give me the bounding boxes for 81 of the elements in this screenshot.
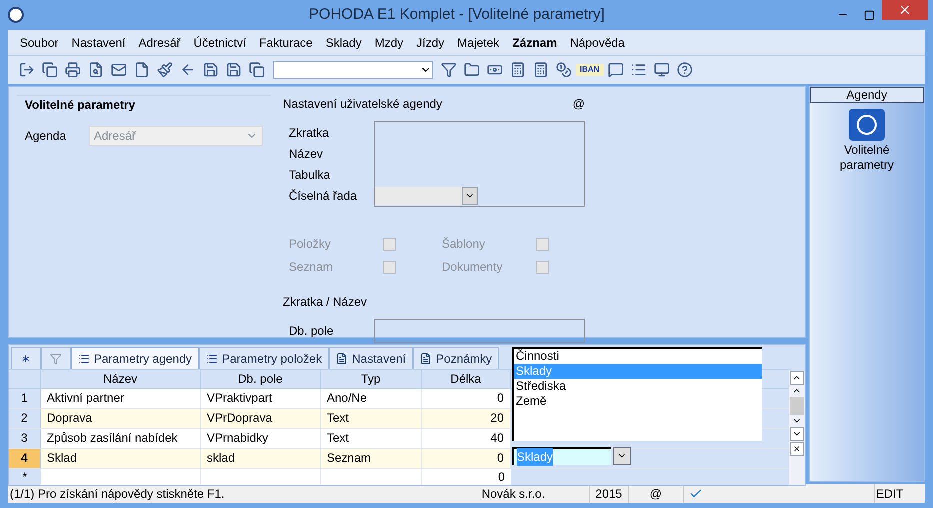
- field-label: Zkratka: [289, 125, 330, 140]
- table-cell: 40: [422, 429, 511, 448]
- agenda-item-label: Volitelné parametry: [838, 143, 896, 173]
- db-field[interactable]: [374, 319, 585, 343]
- section-mark: @: [572, 96, 585, 113]
- table-cell: 0: [422, 469, 511, 485]
- table-cell: Aktivní partner: [41, 389, 201, 408]
- form-title: Volitelné parametry: [25, 97, 136, 114]
- dropdown-option[interactable]: Země: [514, 394, 762, 409]
- table-cell: Doprava: [41, 409, 201, 428]
- field-label: Db. pole: [289, 323, 335, 340]
- tab[interactable]: Parametry položek: [199, 347, 330, 369]
- checkbox-label: Dokumenty: [442, 259, 504, 276]
- maximize-icon[interactable]: [864, 10, 874, 20]
- status-mark: @: [629, 484, 684, 502]
- checkbox-label: Šablony: [442, 236, 486, 253]
- document-icon: [420, 352, 432, 364]
- table-cell: Způsob zasílání nabídek: [41, 429, 201, 448]
- menu-item[interactable]: Fakturace: [259, 34, 313, 52]
- table-cell: Seznam: [321, 449, 422, 468]
- status-help: (1/1) Pro získání nápovědy stiskněte F1.: [9, 486, 226, 502]
- tab[interactable]: Poznámky: [413, 347, 500, 369]
- checkbox-label: Položky: [289, 236, 332, 253]
- close-icon: [898, 3, 912, 17]
- table-cell: VPrnabidky: [201, 429, 321, 448]
- menu-item[interactable]: Adresář: [138, 34, 181, 52]
- tab[interactable]: Parametry agendy: [71, 347, 200, 369]
- group-title: Zkratka / Název: [283, 294, 368, 311]
- checkbox-label: Seznam: [289, 259, 334, 276]
- menu-item[interactable]: Jízdy: [416, 34, 445, 52]
- table-cell: 0: [422, 449, 511, 468]
- menu-item[interactable]: Mzdy: [374, 34, 404, 52]
- sidebar-header: Agendy: [810, 87, 924, 103]
- new-record-tab[interactable]: [11, 347, 41, 369]
- dropdown-option[interactable]: Činnosti: [514, 349, 762, 364]
- status-mode: EDIT: [875, 486, 905, 502]
- close-icon[interactable]: [793, 445, 801, 453]
- agenda-item[interactable]: Volitelné parametry: [823, 109, 911, 173]
- field-label: Číselná řada: [289, 188, 358, 203]
- menu-item[interactable]: Účetnictví: [194, 34, 246, 52]
- document-icon: [336, 352, 348, 364]
- scrollbar[interactable]: [789, 371, 805, 485]
- row-number[interactable]: 4: [9, 449, 41, 468]
- select-value: Adresář: [94, 128, 136, 145]
- field-label: Tabulka: [289, 167, 332, 182]
- menu-item[interactable]: Sklady: [326, 34, 362, 52]
- column-header[interactable]: Název: [41, 370, 201, 388]
- table-cell: sklad: [201, 449, 321, 468]
- table-cell: 20: [422, 409, 511, 428]
- dropdown-button[interactable]: [613, 447, 631, 465]
- dropdown-option[interactable]: Střediska: [514, 379, 762, 394]
- window-title: POHODA E1 Komplet - [Volitelné parametry]: [308, 4, 606, 25]
- section-title: Nastavení uživatelské agendy: [283, 96, 442, 113]
- table-cell: Text: [321, 429, 422, 448]
- scrollbar-thumb[interactable]: [790, 397, 804, 415]
- tab[interactable]: Nastavení: [329, 347, 414, 369]
- column-header[interactable]: Typ: [321, 370, 422, 388]
- status-year: 2015: [590, 484, 629, 502]
- field-label: Agenda: [25, 128, 68, 145]
- menu-item[interactable]: Soubor: [20, 34, 59, 52]
- number-series-field[interactable]: [374, 187, 478, 205]
- parameters-icon: [849, 109, 885, 141]
- table-cell: Ano/Ne: [321, 389, 422, 408]
- table-cell: VPrDoprava: [201, 409, 321, 428]
- menu-item[interactable]: Majetek: [458, 34, 500, 52]
- field-label: Název: [289, 146, 324, 161]
- app-icon[interactable]: [8, 7, 24, 23]
- table-cell: Text: [321, 409, 422, 428]
- menu-item[interactable]: Záznam: [512, 34, 558, 52]
- close-button[interactable]: [882, 0, 928, 20]
- filter-icon: [50, 352, 62, 364]
- column-header[interactable]: Db. pole: [201, 370, 321, 388]
- iban-button[interactable]: IBAN: [576, 64, 604, 76]
- status-company: Novák s.r.o.: [438, 484, 590, 502]
- asterisk-icon: [20, 352, 32, 364]
- menu-item[interactable]: Nápověda: [570, 34, 625, 52]
- menu-item[interactable]: Nastavení: [72, 34, 126, 52]
- column-header[interactable]: Délka: [422, 370, 511, 388]
- table-cell: Sklad: [41, 449, 201, 468]
- table-cell: VPraktivpart: [201, 389, 321, 408]
- table-cell: 0: [422, 389, 511, 408]
